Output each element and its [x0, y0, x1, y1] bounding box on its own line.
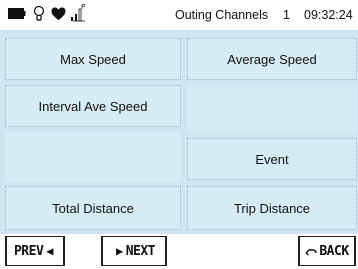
field-empty-right[interactable]	[187, 85, 357, 133]
field-empty-left[interactable]	[5, 132, 181, 182]
field-label: Average Speed	[227, 51, 317, 67]
field-label: Max Speed	[60, 51, 126, 67]
field-total-distance[interactable]: Total Distance	[5, 186, 181, 230]
svg-text:P: P	[81, 3, 85, 11]
field-interval-ave-speed[interactable]: Interval Ave Speed	[5, 85, 181, 127]
return-arrow-icon	[305, 248, 318, 256]
back-label: BACK	[319, 243, 349, 259]
triangle-right-icon: ▶	[115, 244, 123, 258]
channel-number: 1	[283, 8, 290, 22]
field-average-speed[interactable]: Average Speed	[187, 38, 357, 80]
triangle-left-icon: ◀	[46, 244, 54, 258]
button-bar: PREV ◀ ▶ NEXT BACK	[0, 234, 358, 269]
clock-time: 09:32:24	[304, 8, 353, 22]
field-label: Trip Distance	[233, 200, 311, 216]
prev-label: PREV	[13, 243, 44, 259]
device-screen: P Outing Channels 1 09:32:24 Max Speed A…	[0, 0, 358, 269]
battery-icon	[8, 8, 26, 19]
field-label: Interval Ave Speed	[38, 98, 148, 114]
field-trip-distance[interactable]: Trip Distance	[187, 186, 357, 230]
prev-button[interactable]: PREV ◀	[5, 236, 65, 266]
field-label: Total Distance	[52, 200, 134, 216]
heart-icon	[51, 7, 66, 20]
channel-label: Outing Channels	[175, 8, 269, 22]
field-event[interactable]: Event	[187, 138, 357, 180]
signal-icon: P	[71, 3, 85, 22]
back-button[interactable]: BACK	[298, 236, 356, 266]
next-label: NEXT	[125, 243, 156, 259]
field-label: Event	[255, 151, 289, 167]
field-max-speed[interactable]: Max Speed	[5, 38, 181, 80]
status-bar: P Outing Channels 1 09:32:24	[0, 0, 358, 30]
next-button[interactable]: ▶ NEXT	[101, 236, 167, 266]
bulb-icon	[33, 5, 45, 21]
